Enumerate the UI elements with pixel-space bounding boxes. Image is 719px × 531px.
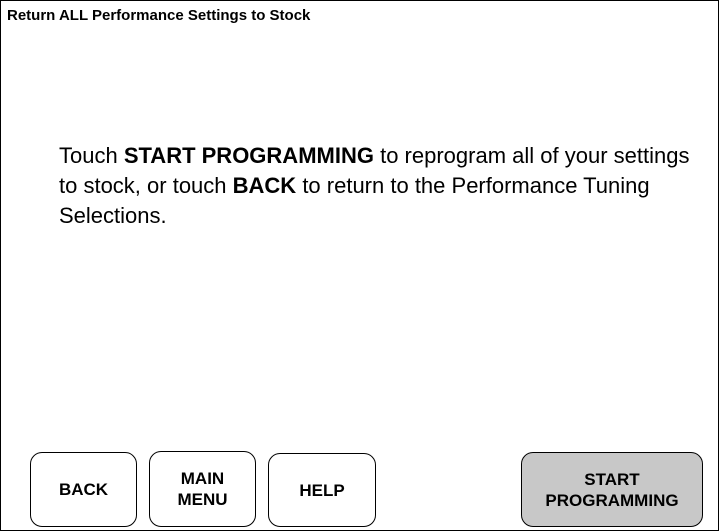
instructions-part-1: Touch [59,143,124,168]
start-programming-button-label: START PROGRAMMING [545,469,679,510]
tuner-screen: Return ALL Performance Settings to Stock… [0,0,719,531]
instructions-text: Touch START PROGRAMMING to reprogram all… [59,141,699,231]
page-title: Return ALL Performance Settings to Stock [7,7,311,24]
main-menu-button[interactable]: MAIN MENU [149,451,256,527]
back-button-label: BACK [58,480,109,499]
instructions-start-programming-emphasis: START PROGRAMMING [123,143,374,168]
help-button[interactable]: HELP [268,453,376,527]
back-button[interactable]: BACK [30,452,137,527]
instructions-back-emphasis: BACK [232,173,297,198]
help-button-label: HELP [299,480,345,500]
start-programming-button[interactable]: START PROGRAMMING [521,452,703,527]
main-menu-button-label: MAIN MENU [177,469,228,509]
